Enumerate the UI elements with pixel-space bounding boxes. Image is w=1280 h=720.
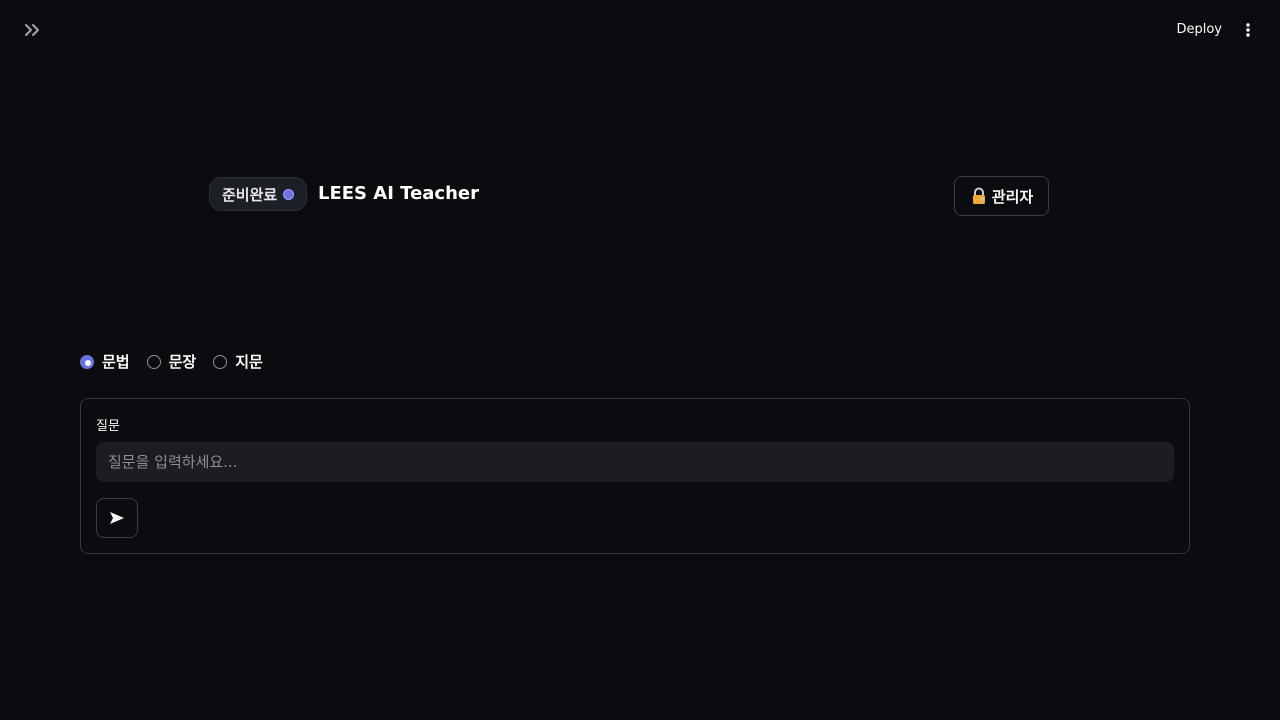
radio-label: 문법 [102, 353, 130, 371]
radio-unchecked-icon[interactable] [146, 354, 161, 369]
deploy-button[interactable]: Deploy [1176, 20, 1222, 40]
status-dot-icon [283, 188, 295, 200]
double-chevron-right-icon [25, 24, 39, 36]
radio-option-grammar[interactable]: 문법 [80, 351, 130, 372]
main-menu-button[interactable] [1238, 18, 1258, 42]
send-arrow-icon [110, 512, 124, 524]
radio-label: 지문 [235, 353, 263, 371]
app-root: Deploy 준비완료 LEES AI Teacher 관리자 문법 문장 지문… [0, 0, 1280, 720]
status-badge: 준비완료 [209, 177, 308, 211]
lock-key-icon [972, 187, 985, 204]
radio-option-passage[interactable]: 지문 [213, 351, 263, 372]
radio-label: 문장 [168, 353, 197, 371]
radio-checked-icon[interactable] [80, 354, 94, 369]
admin-button[interactable]: 관리자 [954, 176, 1049, 216]
mode-radio-group: 문법 문장 지문 [80, 351, 263, 372]
question-input[interactable] [96, 442, 1174, 482]
radio-option-sentence[interactable]: 문장 [146, 351, 197, 372]
vertical-ellipsis-icon [1246, 23, 1250, 37]
page-title: LEES AI Teacher [318, 183, 479, 204]
question-label: 질문 [96, 419, 120, 434]
radio-unchecked-icon[interactable] [213, 354, 228, 369]
sidebar-toggle-button[interactable] [20, 18, 44, 42]
admin-button-label: 관리자 [991, 187, 1034, 206]
status-label: 준비완료 [222, 185, 278, 204]
send-button[interactable] [96, 498, 138, 538]
question-form: 질문 [80, 398, 1190, 554]
